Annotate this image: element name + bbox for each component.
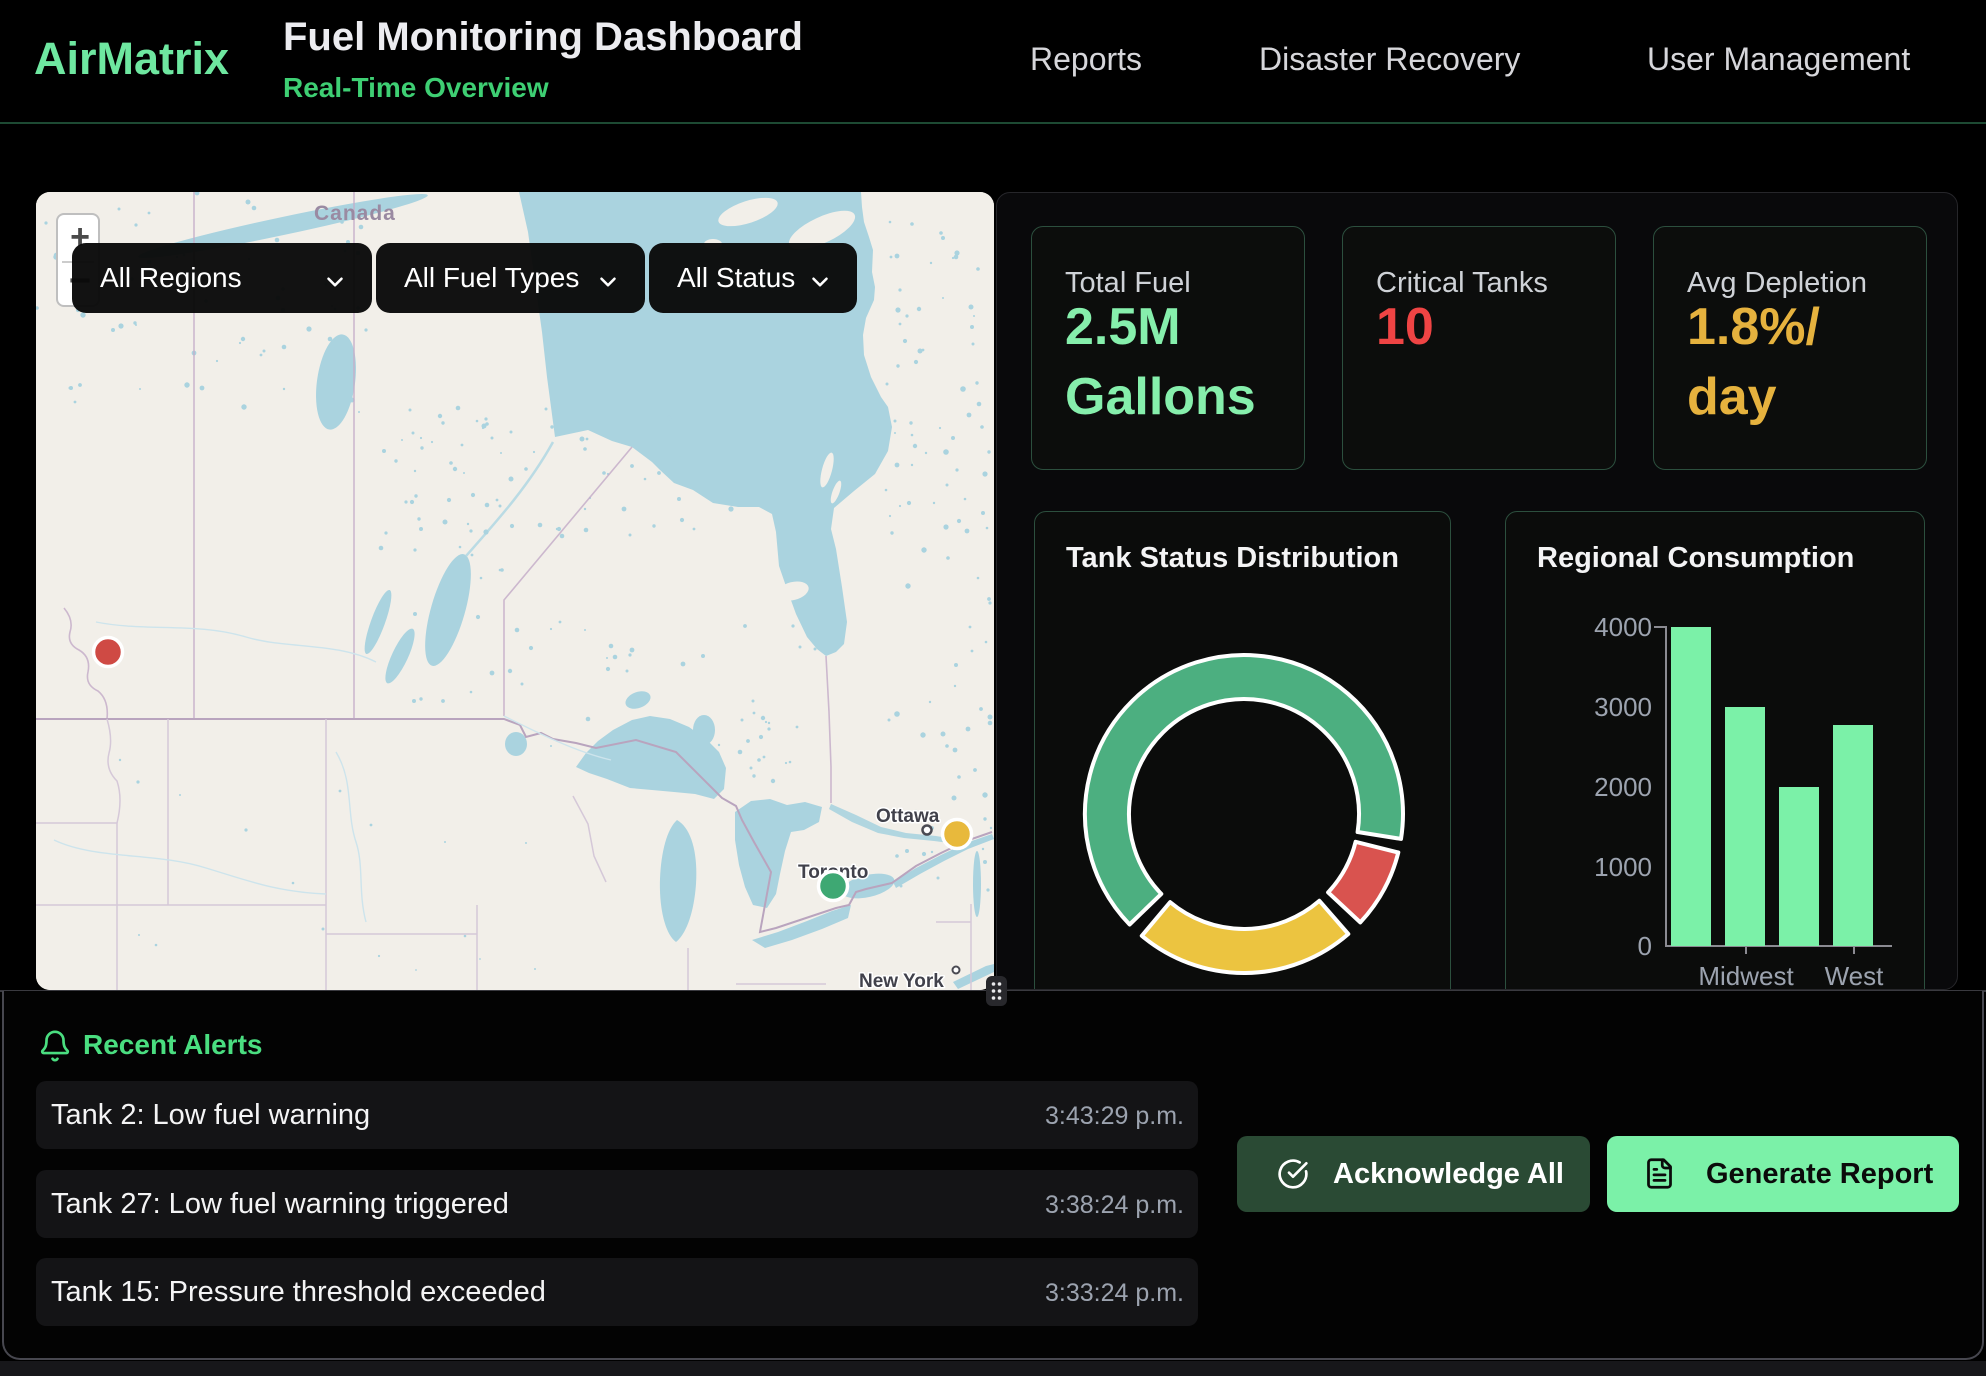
svg-text:Midwest: Midwest: [1698, 961, 1794, 990]
svg-text:0: 0: [1638, 931, 1652, 961]
svg-text:4000: 4000: [1594, 612, 1652, 642]
svg-text:West: West: [1825, 961, 1885, 990]
svg-text:3000: 3000: [1594, 692, 1652, 722]
svg-text:Canada: Canada: [314, 202, 396, 225]
svg-text:1000: 1000: [1594, 852, 1652, 882]
svg-text:2000: 2000: [1594, 772, 1652, 802]
svg-text:New York: New York: [859, 971, 944, 990]
svg-text:Ottawa: Ottawa: [876, 806, 940, 827]
